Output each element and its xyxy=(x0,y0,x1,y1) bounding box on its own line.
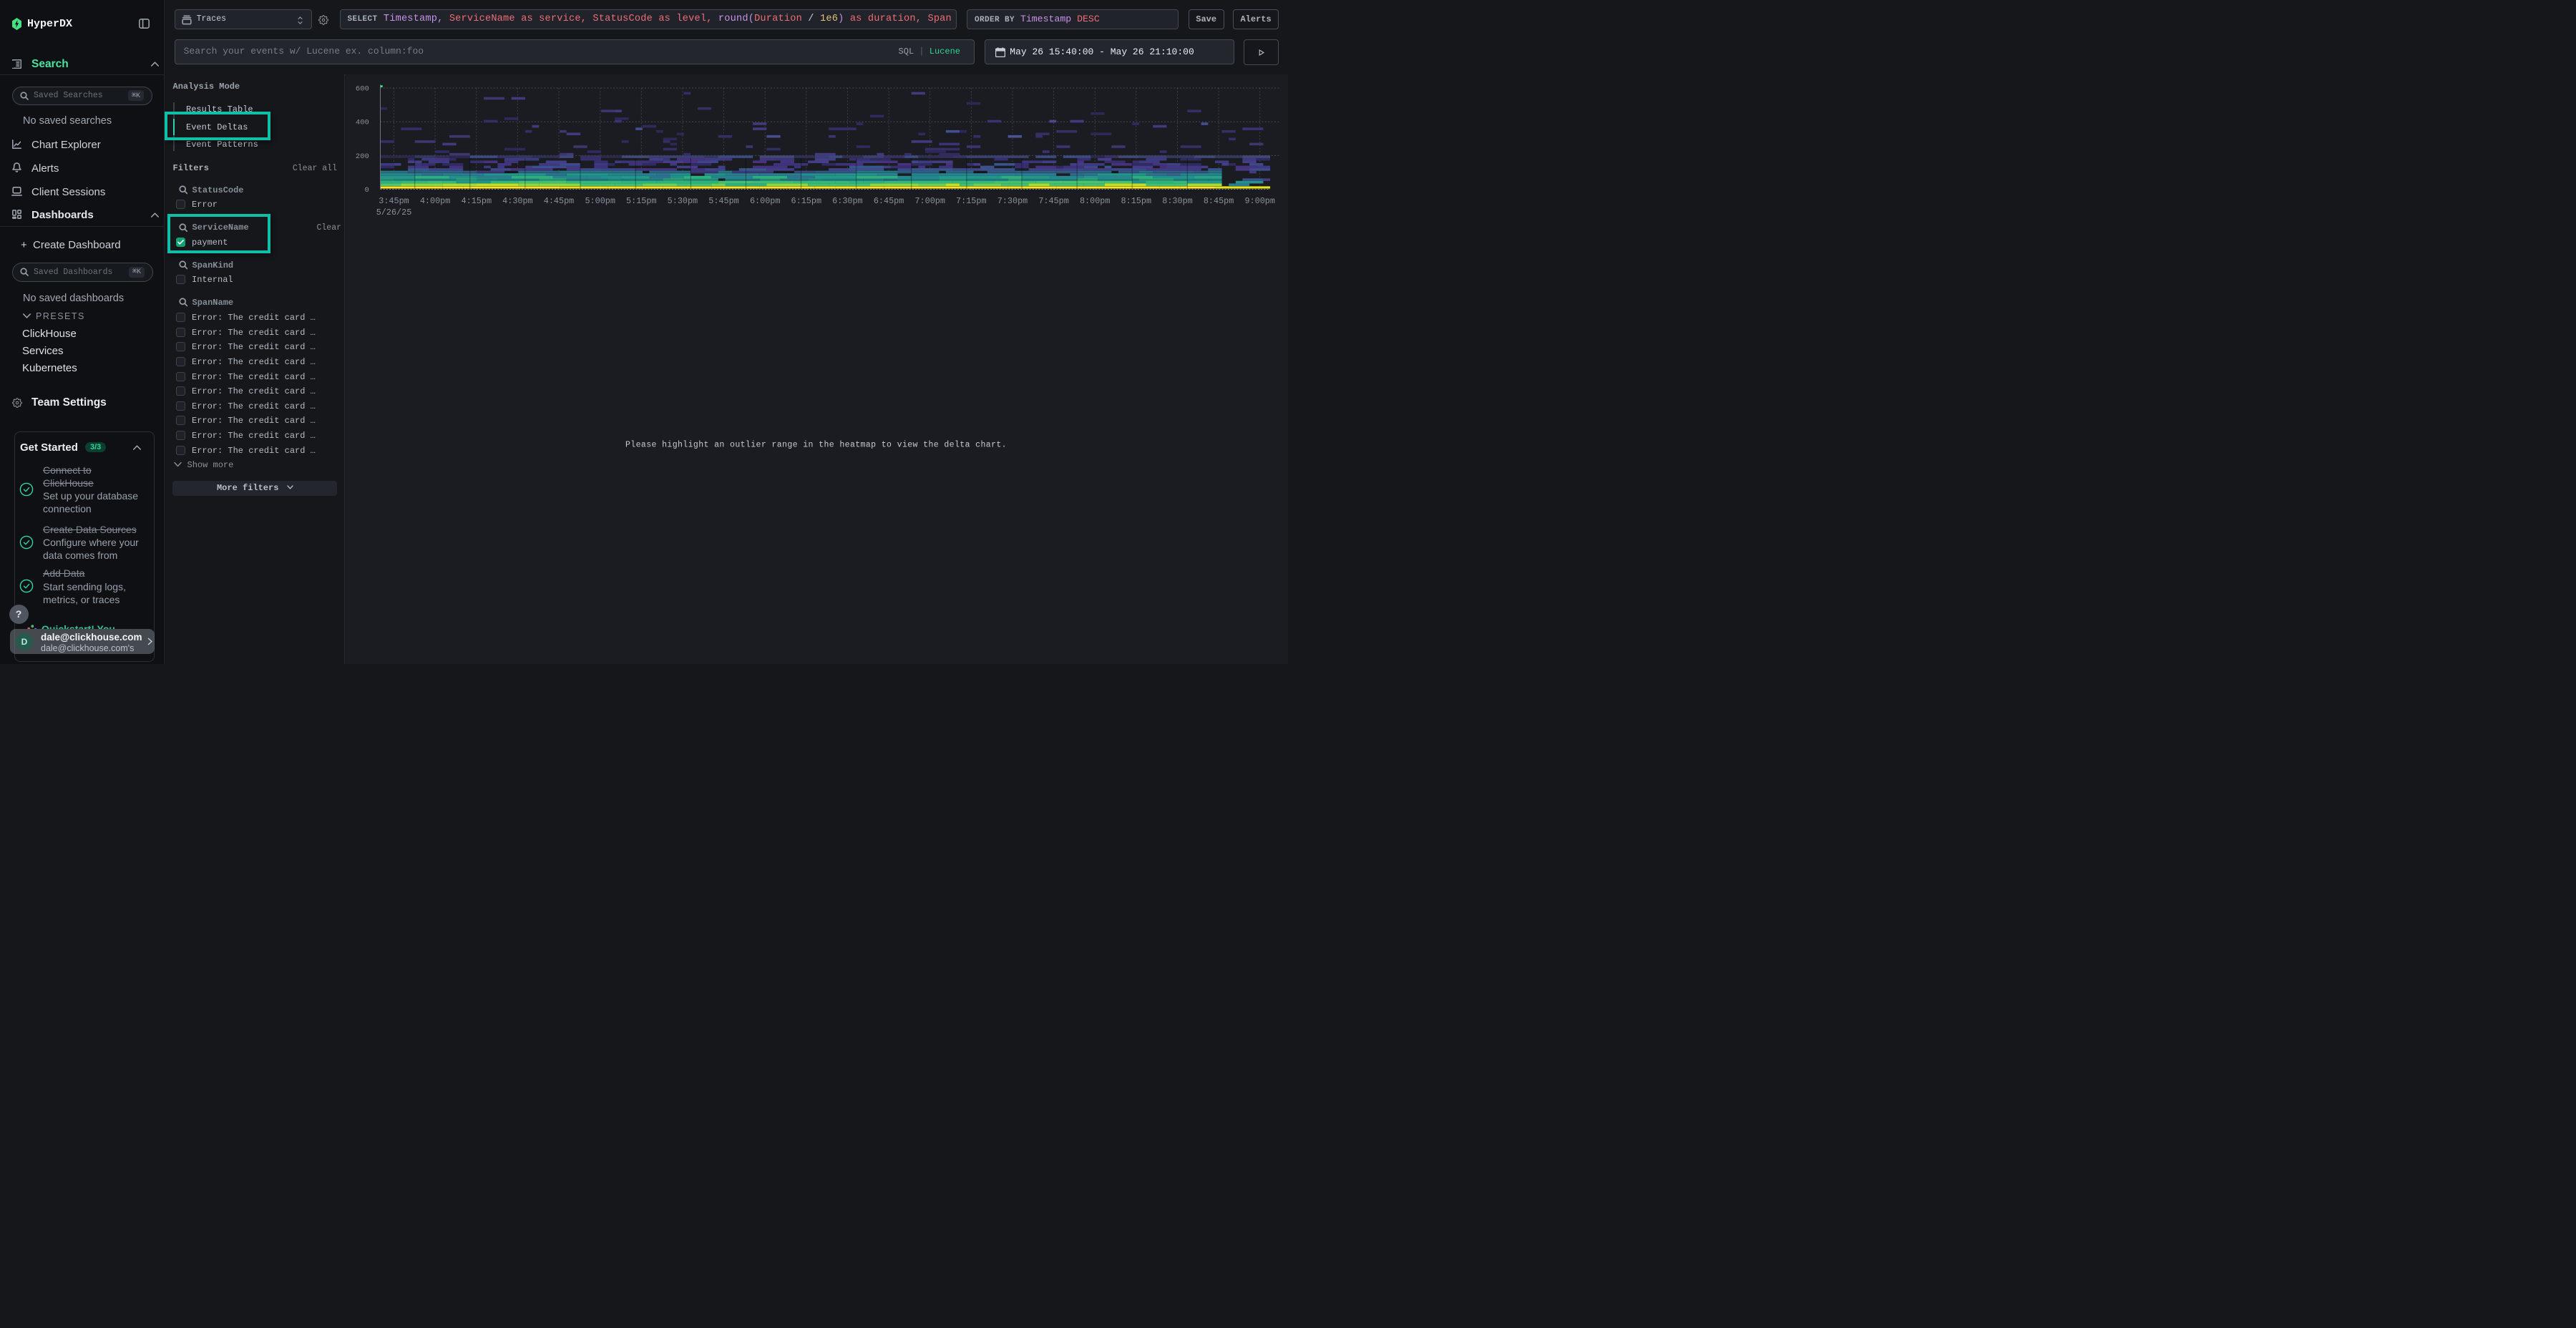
svg-text:6:00pm: 6:00pm xyxy=(750,196,780,206)
svg-text:5/26/25: 5/26/25 xyxy=(376,208,412,218)
svg-text:4:15pm: 4:15pm xyxy=(462,196,492,206)
svg-text:4:00pm: 4:00pm xyxy=(420,196,450,206)
svg-text:3:45pm: 3:45pm xyxy=(379,196,409,206)
svg-text:400: 400 xyxy=(356,119,369,127)
svg-text:5:00pm: 5:00pm xyxy=(585,196,615,206)
svg-text:8:30pm: 8:30pm xyxy=(1162,196,1192,206)
svg-text:4:30pm: 4:30pm xyxy=(502,196,532,206)
svg-text:8:00pm: 8:00pm xyxy=(1080,196,1110,206)
svg-text:7:45pm: 7:45pm xyxy=(1038,196,1068,206)
svg-text:6:45pm: 6:45pm xyxy=(874,196,904,206)
svg-text:5:30pm: 5:30pm xyxy=(668,196,698,206)
svg-text:Please highlight an outlier ra: Please highlight an outlier range in the… xyxy=(625,441,1007,450)
svg-text:0: 0 xyxy=(364,186,369,195)
svg-text:200: 200 xyxy=(356,152,369,161)
svg-text:7:30pm: 7:30pm xyxy=(997,196,1028,206)
svg-text:8:45pm: 8:45pm xyxy=(1204,196,1234,206)
svg-text:7:15pm: 7:15pm xyxy=(956,196,986,206)
svg-text:600: 600 xyxy=(356,85,369,94)
svg-text:6:15pm: 6:15pm xyxy=(791,196,821,206)
svg-text:6:30pm: 6:30pm xyxy=(832,196,862,206)
svg-text:4:45pm: 4:45pm xyxy=(544,196,574,206)
svg-text:9:00pm: 9:00pm xyxy=(1244,196,1274,206)
svg-text:7:00pm: 7:00pm xyxy=(914,196,945,206)
svg-text:5:45pm: 5:45pm xyxy=(708,196,738,206)
svg-text:5:15pm: 5:15pm xyxy=(626,196,656,206)
svg-text:8:15pm: 8:15pm xyxy=(1121,196,1151,206)
